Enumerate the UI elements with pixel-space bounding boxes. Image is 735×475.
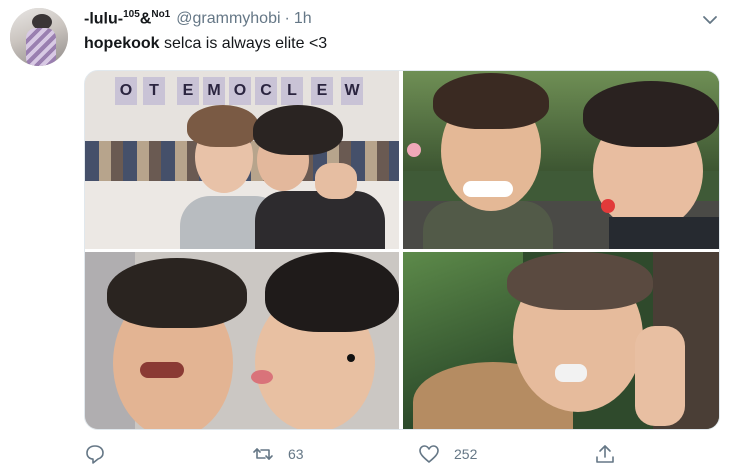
photo-1[interactable]: O T E M O C L E W [85,71,399,249]
tweet-actions: 63 252 [84,443,624,467]
heart-icon [419,445,439,463]
photo-2[interactable] [403,71,719,249]
tweet-header: -lulu-105&No1 @grammyhobi · 1h [84,9,312,31]
user-handle[interactable]: @grammyhobi [176,10,280,28]
tweet-text-bold[interactable]: hopekook [84,35,160,52]
reply-button[interactable] [84,443,106,465]
sign-letter: C [255,77,277,105]
sign-letter: O [115,77,137,105]
name-superscript-2: No1 [151,9,171,20]
tweet-text: hopekook selca is always elite <3 [84,35,327,53]
retweet-button[interactable]: 63 [252,443,304,465]
separator-dot: · [284,10,290,28]
name-superscript-1: 105 [123,9,140,20]
timestamp[interactable]: 1h [294,10,312,28]
name-ampersand: & [139,10,152,28]
sign-letter: O [229,77,251,105]
reply-icon [86,445,104,464]
sign-letter: T [143,77,165,105]
sign-letter: E [311,77,333,105]
like-button[interactable]: 252 [418,443,477,465]
photo-grid: O T E M O C L E W [84,70,720,430]
tweet-text-body: selca is always elite <3 [159,35,328,52]
sign-letter: W [341,77,363,105]
retweet-count: 63 [288,446,304,462]
chevron-down-icon[interactable] [700,12,720,28]
share-button[interactable] [594,443,616,465]
display-name[interactable]: -lulu-105&No1 [84,9,170,28]
like-count: 252 [454,446,478,462]
photo-3[interactable] [85,252,399,429]
avatar[interactable] [10,8,68,66]
photo-4[interactable] [403,252,719,429]
sign-letter: M [203,77,225,105]
sign-letter: E [177,77,199,105]
sign-letter: L [281,77,303,105]
retweet-icon [253,448,273,460]
share-icon [596,445,614,463]
